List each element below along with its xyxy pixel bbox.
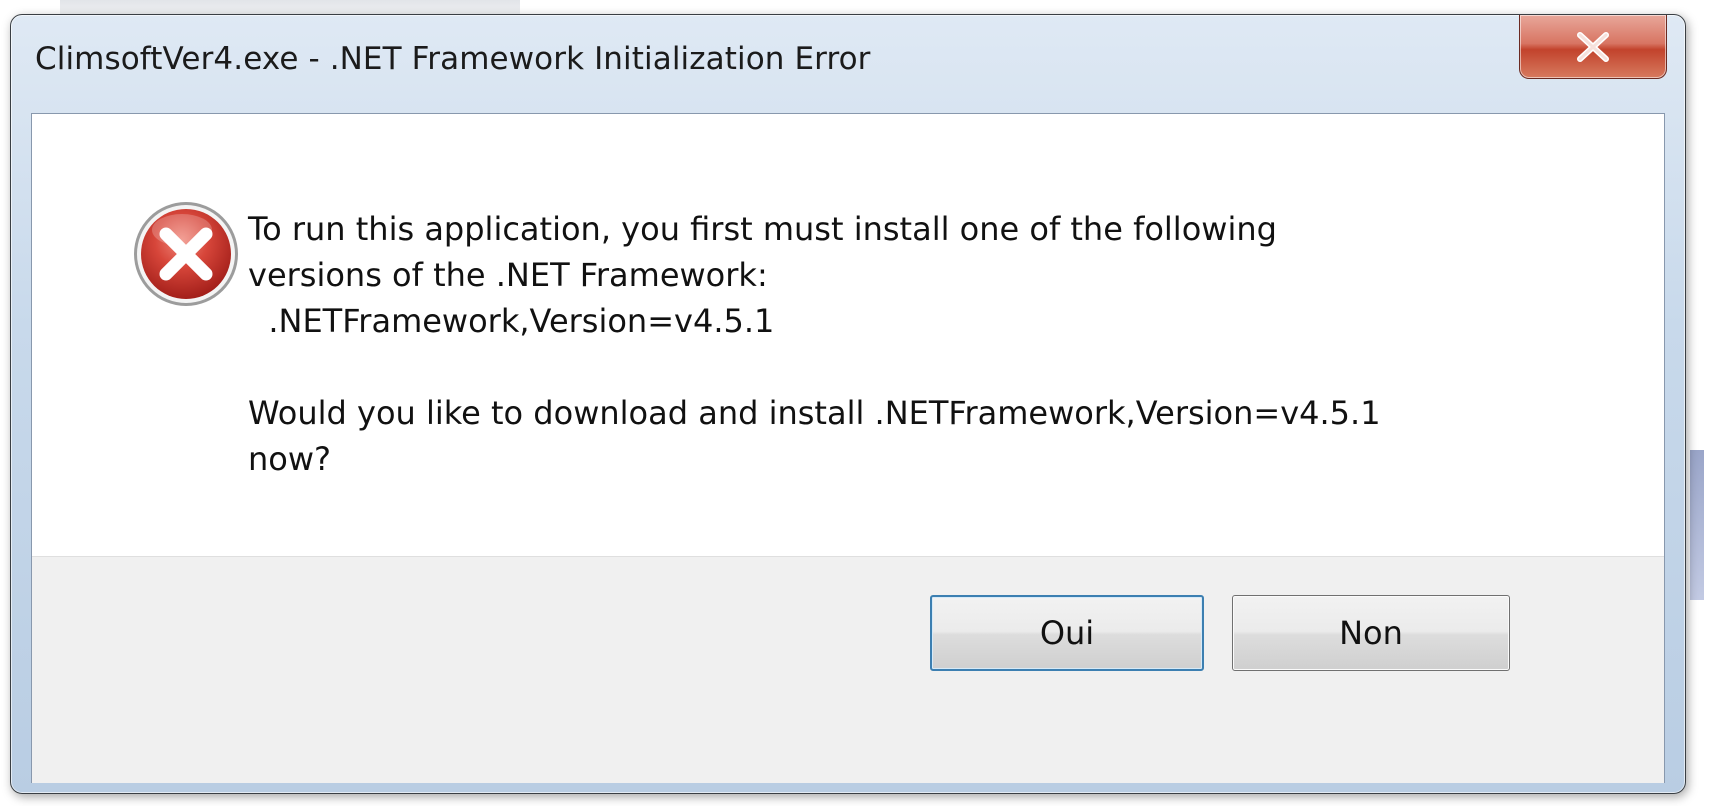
- message-line-3: .NETFramework,Version=v4.5.1: [248, 302, 775, 340]
- message-line-2: versions of the .NET Framework:: [248, 256, 768, 294]
- close-icon: [1577, 31, 1609, 62]
- button-bar: Oui Non: [32, 556, 1664, 783]
- close-button[interactable]: [1519, 15, 1667, 79]
- error-icon: [134, 202, 238, 306]
- question-line-2: now?: [248, 440, 332, 478]
- no-button[interactable]: Non: [1232, 595, 1510, 671]
- error-message: To run this application, you first must …: [248, 206, 1628, 482]
- dialog-client-area: To run this application, you first must …: [31, 113, 1665, 783]
- background-window-edge: [1690, 450, 1704, 600]
- error-dialog-window: ClimsoftVer4.exe - .NET Framework Initia…: [10, 14, 1686, 794]
- title-bar[interactable]: ClimsoftVer4.exe - .NET Framework Initia…: [11, 15, 1685, 115]
- message-line-1: To run this application, you first must …: [248, 210, 1277, 248]
- yes-button[interactable]: Oui: [930, 595, 1204, 671]
- question-line-1: Would you like to download and install .…: [248, 394, 1381, 432]
- message-spacer: [248, 344, 1628, 390]
- message-area: To run this application, you first must …: [32, 114, 1664, 556]
- window-title: ClimsoftVer4.exe - .NET Framework Initia…: [35, 41, 871, 77]
